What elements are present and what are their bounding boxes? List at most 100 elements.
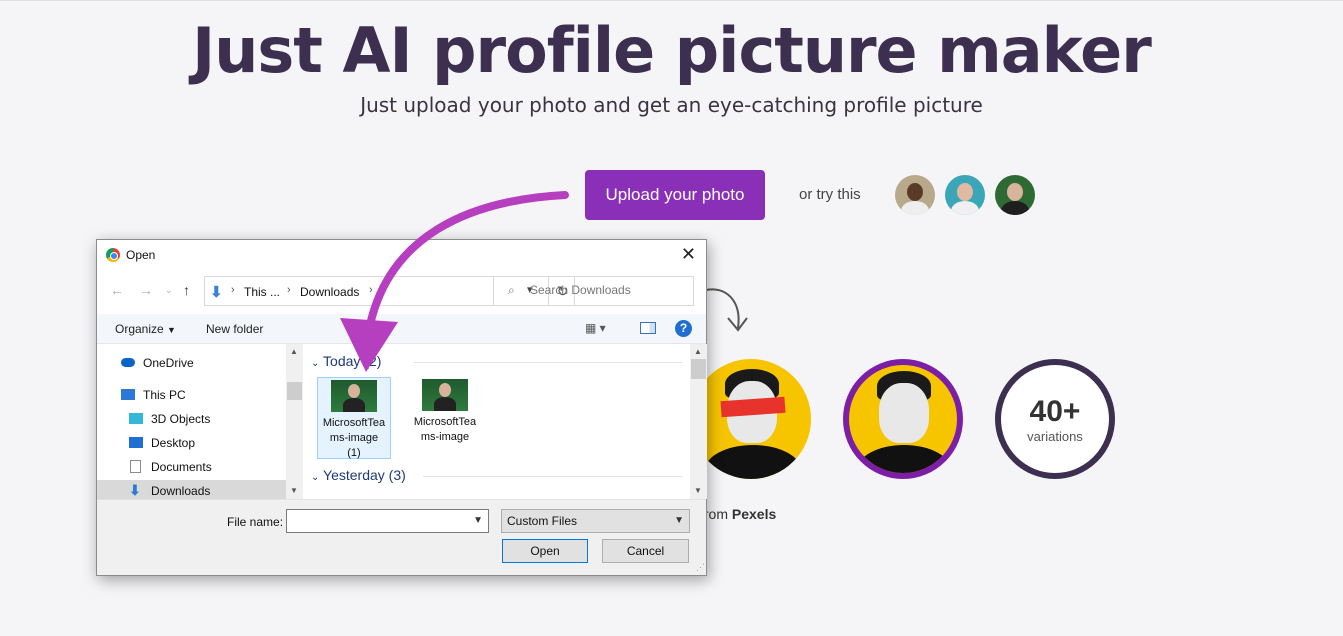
sample-photo-2[interactable] xyxy=(945,175,985,215)
sidebar-item-downloads[interactable]: ⬇ Downloads xyxy=(97,480,287,499)
image-thumbnail xyxy=(422,379,468,411)
3d-objects-icon xyxy=(129,413,143,424)
sample-body xyxy=(901,201,929,215)
file-item[interactable]: MicrosoftTeams-image (1) xyxy=(317,377,391,459)
up-arrow-icon[interactable]: ↑ xyxy=(183,282,190,298)
scrollbar-thumb[interactable] xyxy=(691,359,706,379)
sample-body xyxy=(1001,201,1029,215)
variations-label: variations xyxy=(1027,429,1083,444)
file-name: MicrosoftTeams-image xyxy=(413,416,477,443)
onedrive-icon xyxy=(121,358,135,367)
back-arrow-icon[interactable]: ← xyxy=(110,282,124,298)
organize-menu[interactable]: Organize ▼ xyxy=(115,322,176,336)
scroll-up-icon[interactable]: ▲ xyxy=(290,347,298,356)
sample-photo-3[interactable] xyxy=(995,175,1035,215)
sidebar-item-label: This PC xyxy=(143,388,186,402)
breadcrumb-downloads[interactable]: Downloads xyxy=(300,285,359,299)
forward-arrow-icon[interactable]: → xyxy=(139,282,153,298)
result-preview-inner xyxy=(849,365,957,473)
sample-face xyxy=(957,183,973,201)
chevron-down-icon[interactable]: ▼ xyxy=(473,515,483,526)
sample-photo-1[interactable] xyxy=(895,175,935,215)
chevron-down-icon: ▼ xyxy=(674,515,684,526)
scrollbar-thumb[interactable] xyxy=(287,382,302,400)
page-subtitle: Just upload your photo and get an eye-ca… xyxy=(360,93,983,117)
credit-brand[interactable]: Pexels xyxy=(732,506,776,522)
photo-credit: from Pexels xyxy=(700,506,776,522)
file-type-select[interactable]: Custom Files ▼ xyxy=(501,509,690,533)
result-preview-1 xyxy=(691,359,811,479)
navigation-pane: OneDrive This PC 3D Objects Desktop Docu… xyxy=(97,344,302,499)
close-icon[interactable]: ✕ xyxy=(681,244,696,265)
search-input[interactable] xyxy=(530,283,690,297)
thumb-body xyxy=(343,398,365,412)
person-face xyxy=(879,383,929,443)
preview-pane-icon[interactable] xyxy=(640,322,656,334)
cancel-button[interactable]: Cancel xyxy=(602,539,689,563)
help-icon[interactable]: ? xyxy=(675,320,692,337)
file-list: ⌄ Today (2) MicrosoftTeams-image (1) Mic… xyxy=(303,344,690,499)
group-divider xyxy=(413,362,683,363)
open-file-dialog: Open ✕ ← → ⌄ ↑ ⬇ › This ... › Downloads … xyxy=(96,239,707,576)
page-title: Just AI profile picture maker xyxy=(192,14,1152,87)
sidebar-item-this-pc[interactable]: This PC xyxy=(97,384,287,406)
thumb-face xyxy=(439,383,451,397)
sidebar-item-documents[interactable]: Documents xyxy=(97,456,287,478)
breadcrumb-chevron-icon: › xyxy=(287,284,291,296)
file-list-scrollbar[interactable]: ▲ ▼ xyxy=(690,344,707,499)
sample-face xyxy=(907,183,923,201)
downloads-icon: ⬇ xyxy=(129,482,141,498)
this-pc-icon xyxy=(121,389,135,400)
file-type-value: Custom Files xyxy=(507,514,578,528)
sample-face xyxy=(1007,183,1023,201)
scroll-up-icon[interactable]: ▲ xyxy=(694,347,702,356)
sidebar-item-onedrive[interactable]: OneDrive xyxy=(97,352,287,374)
scroll-down-icon[interactable]: ▼ xyxy=(290,486,298,495)
dialog-toolbar: Organize ▼ New folder ▦ ▾ ? xyxy=(97,314,706,344)
open-button[interactable]: Open xyxy=(502,539,588,563)
downloads-folder-icon: ⬇ xyxy=(210,284,223,301)
file-name: MicrosoftTeams-image (1) xyxy=(322,417,386,459)
chevron-down-icon: ▼ xyxy=(167,325,176,335)
search-box[interactable]: ⌕ xyxy=(493,276,694,306)
group-label: Yesterday (3) xyxy=(323,467,406,483)
documents-icon xyxy=(130,460,141,473)
variations-badge: 40+ variations xyxy=(995,359,1115,479)
breadcrumb-this-pc[interactable]: This ... xyxy=(244,285,280,299)
image-thumbnail xyxy=(331,380,377,412)
dialog-titlebar: Open ✕ xyxy=(97,240,706,270)
variations-number: 40+ xyxy=(1029,395,1081,428)
new-folder-button[interactable]: New folder xyxy=(206,322,263,336)
person-shirt xyxy=(705,445,801,479)
scroll-down-icon[interactable]: ▼ xyxy=(694,486,702,495)
dialog-footer: File name: ▼ Custom Files ▼ Open Cancel … xyxy=(97,499,706,575)
breadcrumb-chevron-icon: › xyxy=(231,284,235,296)
sidebar-item-label: Downloads xyxy=(151,484,211,498)
navigation-scrollbar[interactable]: ▲ ▼ xyxy=(286,344,303,499)
sidebar-item-label: OneDrive xyxy=(143,356,194,370)
group-header-today[interactable]: ⌄ Today (2) xyxy=(311,353,381,369)
navigation-row: ← → ⌄ ↑ ⬇ › This ... › Downloads › ▾ ↻ ⌕ xyxy=(97,276,706,306)
dialog-title: Open xyxy=(126,248,156,262)
chrome-icon xyxy=(106,248,120,262)
thumb-body xyxy=(434,397,456,411)
file-name-input[interactable]: ▼ xyxy=(286,509,489,533)
file-item[interactable]: MicrosoftTeams-image xyxy=(408,377,482,459)
sidebar-item-desktop[interactable]: Desktop xyxy=(97,432,287,454)
sidebar-item-label: Desktop xyxy=(151,436,196,450)
sidebar-item-label: Documents xyxy=(151,460,212,474)
curve-down-arrow-icon xyxy=(705,288,748,332)
resize-grip-icon[interactable]: ⋰ xyxy=(696,562,705,573)
result-preview-2 xyxy=(843,359,963,479)
file-name-label: File name: xyxy=(227,515,284,529)
desktop-icon xyxy=(129,437,143,448)
sidebar-item-3d-objects[interactable]: 3D Objects xyxy=(97,408,287,430)
top-divider xyxy=(0,0,1343,1)
group-divider xyxy=(423,476,683,477)
chevron-down-icon: ⌄ xyxy=(311,472,320,483)
upload-photo-button[interactable]: Upload your photo xyxy=(585,170,765,220)
recent-dropdown-icon[interactable]: ⌄ xyxy=(165,285,173,296)
person-shirt xyxy=(857,445,951,473)
change-view-icon[interactable]: ▦ ▾ xyxy=(585,321,606,335)
group-header-yesterday[interactable]: ⌄ Yesterday (3) xyxy=(311,467,406,483)
